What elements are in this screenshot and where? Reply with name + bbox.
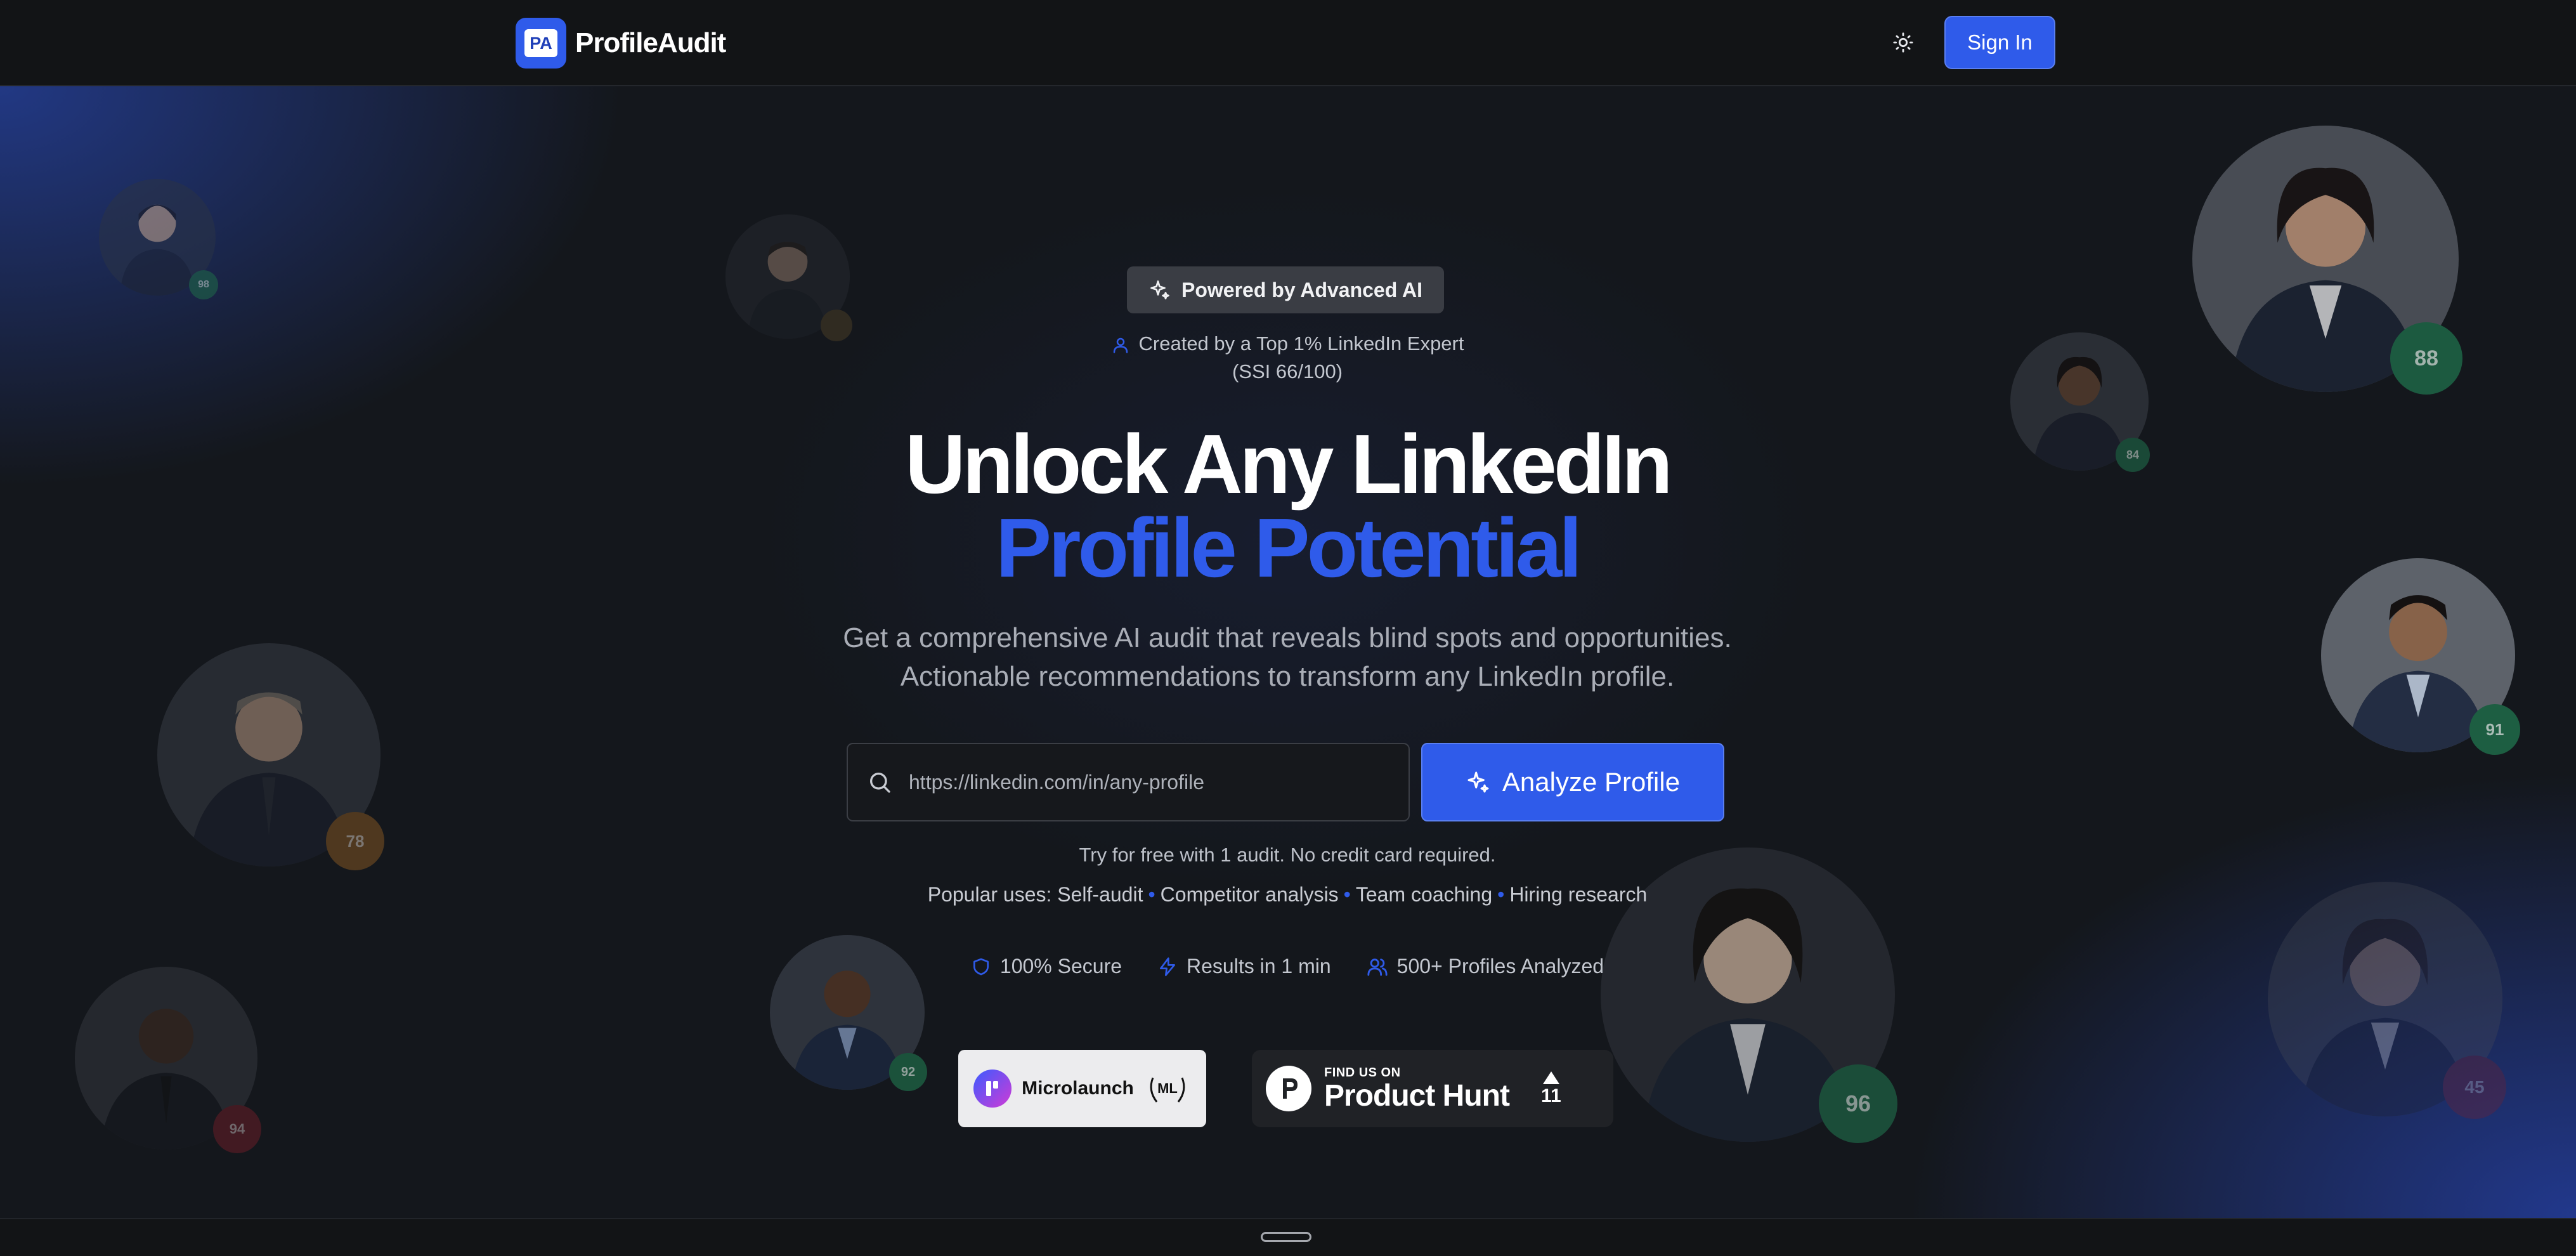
avatar-profile-6: 91 bbox=[2321, 558, 2520, 755]
popular-use-item: Team coaching bbox=[1355, 883, 1493, 906]
laurel-icon: ML bbox=[1150, 1077, 1185, 1102]
drag-handle[interactable] bbox=[1261, 1232, 1311, 1242]
shield-icon bbox=[973, 958, 989, 975]
subtitle-line-2: Actionable recommendations to transform … bbox=[900, 661, 1675, 692]
hero-subtitle: Get a comprehensive AI audit that reveal… bbox=[761, 618, 1814, 696]
product-hunt-logo-icon bbox=[1266, 1066, 1311, 1111]
bullet-dot: • bbox=[1148, 883, 1155, 906]
logo-text: ProfileAudit bbox=[575, 27, 726, 58]
product-hunt-small-label: FIND US ON bbox=[1324, 1065, 1401, 1080]
powered-by-ai-badge: Powered by Advanced AI bbox=[1127, 266, 1444, 313]
popular-use-item: Self-audit bbox=[1057, 883, 1143, 906]
logo-badge: PA bbox=[516, 18, 566, 69]
creator-credentials: Created by a Top 1% LinkedIn Expert (SSI… bbox=[1078, 330, 1497, 386]
score-badge: 84 bbox=[2116, 438, 2150, 472]
sun-icon bbox=[1893, 32, 1913, 53]
creator-line-2: (SSI 66/100) bbox=[1232, 360, 1343, 383]
free-trial-note: Try for free with 1 audit. No credit car… bbox=[1079, 844, 1496, 866]
avatar-profile-10: 45 bbox=[2268, 882, 2506, 1119]
upvote-count: 11 bbox=[1541, 1070, 1561, 1107]
feature-item-speed: Results in 1 min bbox=[1157, 955, 1331, 978]
score-badge: 88 bbox=[2390, 322, 2462, 395]
sparkles-icon bbox=[1150, 280, 1169, 299]
upvote-triangle-icon bbox=[1542, 1071, 1559, 1084]
bullet-dot: • bbox=[1343, 883, 1351, 906]
profile-url-field[interactable] bbox=[847, 743, 1410, 821]
microlaunch-logo-icon bbox=[973, 1070, 1012, 1108]
score-badge: 91 bbox=[2469, 704, 2520, 755]
bullet-dot: • bbox=[1497, 883, 1505, 906]
user-icon bbox=[1113, 337, 1128, 353]
users-icon bbox=[1367, 958, 1388, 976]
popular-uses-label: Popular uses: bbox=[927, 883, 1052, 906]
score-badge: 92 bbox=[889, 1053, 927, 1091]
microlaunch-label: Microlaunch bbox=[1022, 1078, 1134, 1099]
score-badge: 45 bbox=[2443, 1056, 2506, 1119]
theme-toggle-button[interactable] bbox=[1889, 28, 1918, 57]
avatar-profile-7: 94 bbox=[75, 967, 261, 1153]
creator-line-1: Created by a Top 1% LinkedIn Expert bbox=[1138, 332, 1464, 355]
product-hunt-badge[interactable]: FIND US ON Product Hunt 11 bbox=[1252, 1050, 1613, 1127]
powered-by-ai-label: Powered by Advanced AI bbox=[1181, 278, 1422, 301]
analyze-profile-label: Analyze Profile bbox=[1502, 767, 1681, 797]
feature-item-secure: 100% Secure bbox=[971, 955, 1122, 978]
popular-uses: Popular uses: Self-audit • Competitor anal… bbox=[793, 883, 1782, 906]
hero-section: 98 88 84 78 91 94 92 96 45 Powered by Ad… bbox=[0, 86, 2576, 1218]
sparkles-icon bbox=[1467, 771, 1489, 793]
lightning-icon bbox=[1160, 957, 1176, 976]
analyze-profile-button[interactable]: Analyze Profile bbox=[1421, 743, 1724, 821]
popular-use-item: Competitor analysis bbox=[1160, 883, 1339, 906]
product-hunt-text: FIND US ON Product Hunt bbox=[1324, 1065, 1510, 1113]
svg-text:ML: ML bbox=[1157, 1080, 1178, 1096]
avatar-profile-2 bbox=[725, 214, 852, 341]
popular-use-item: Hiring research bbox=[1509, 883, 1648, 906]
feature-item-profiles: 500+ Profiles Analyzed bbox=[1367, 955, 1604, 978]
score-badge bbox=[821, 310, 852, 341]
search-icon bbox=[870, 773, 890, 793]
score-badge: 78 bbox=[326, 812, 384, 870]
avatar-profile-3: 88 bbox=[2192, 126, 2462, 395]
feature-label: 100% Secure bbox=[999, 955, 1122, 978]
logo-badge-text: PA bbox=[524, 29, 557, 57]
profile-url-input[interactable] bbox=[907, 769, 1392, 795]
microlaunch-badge[interactable]: Microlaunch ML bbox=[958, 1050, 1206, 1127]
hero-headline: Unlock Any LinkedIn Profile Potential bbox=[698, 422, 1877, 590]
product-hunt-title: Product Hunt bbox=[1324, 1078, 1510, 1113]
logo[interactable]: PA ProfileAudit bbox=[516, 18, 726, 69]
headline-line-1: Unlock Any LinkedIn bbox=[905, 417, 1673, 511]
avatar-profile-5: 78 bbox=[157, 643, 384, 870]
score-badge: 96 bbox=[1819, 1064, 1897, 1143]
subtitle-line-1: Get a comprehensive AI audit that reveal… bbox=[843, 622, 1732, 653]
avatar-profile-1: 98 bbox=[99, 179, 218, 299]
headline-line-2: Profile Potential bbox=[996, 501, 1582, 594]
feature-label: 500+ Profiles Analyzed bbox=[1396, 955, 1604, 978]
avatar-profile-4: 84 bbox=[2010, 332, 2150, 472]
score-badge: 98 bbox=[189, 270, 218, 299]
upvote-count-value: 11 bbox=[1540, 1085, 1561, 1106]
feature-label: Results in 1 min bbox=[1187, 955, 1331, 978]
score-badge: 94 bbox=[213, 1105, 261, 1153]
sign-in-button[interactable]: Sign In bbox=[1944, 16, 2055, 69]
top-navbar: PA ProfileAudit Sign In bbox=[0, 0, 2576, 86]
bottom-bar bbox=[0, 1218, 2576, 1256]
feature-highlights: 100% Secure Results in 1 min 500+ Profil… bbox=[888, 955, 1687, 978]
